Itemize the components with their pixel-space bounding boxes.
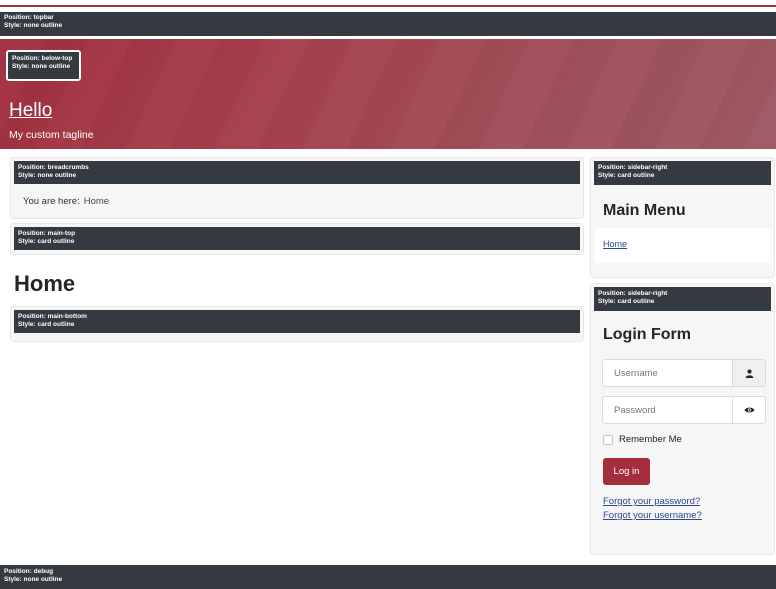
remember-me-checkbox[interactable] (603, 434, 613, 445)
debug-position-label: Position: debug (4, 568, 54, 575)
top-accent-strip (0, 0, 776, 9)
main-top-card: Position: main-top Style: card outline (10, 223, 584, 255)
topbar-position: Position: topbar Style: none outline (0, 9, 776, 36)
user-icon (732, 360, 765, 386)
below-top-position: Position: below-top Style: none outline (6, 50, 81, 81)
breadcrumbs-position: Position: breadcrumbs Style: none outlin… (14, 161, 580, 184)
password-input[interactable] (603, 397, 733, 423)
sidebar-menu-position-label: Position: sidebar-right (598, 164, 668, 171)
main-menu-title: Main Menu (603, 202, 686, 219)
menu-item-home[interactable]: Home (603, 239, 627, 249)
sidebar-login-position: Position: sidebar-right Style: card outl… (594, 287, 771, 311)
debug-position: Position: debug Style: none outline (0, 562, 776, 589)
sidebar-login-position-label: Position: sidebar-right (598, 290, 668, 297)
breadcrumb: You are here: Home (23, 196, 109, 207)
main-top-position: Position: main-top Style: card outline (14, 227, 580, 250)
site-header: Position: below-top Style: none outline … (0, 39, 776, 149)
login-form-title: Login Form (603, 326, 691, 343)
main-bottom-position: Position: main-bottom Style: card outlin… (14, 310, 580, 333)
site-title-link[interactable]: Hello (9, 100, 52, 122)
remember-me-label: Remember Me (619, 434, 682, 445)
topbar-style-label: Style: none outline (4, 22, 63, 29)
sidebar-login-style-label: Style: card outline (598, 298, 655, 305)
below-top-position-label: Position: below-top (12, 55, 73, 62)
eye-icon[interactable] (732, 397, 765, 423)
login-button[interactable]: Log in (603, 458, 650, 485)
remember-me-row[interactable]: Remember Me (603, 434, 682, 445)
forgot-password-link[interactable]: Forgot your password? (603, 496, 700, 507)
site-tagline: My custom tagline (9, 129, 94, 141)
breadcrumbs-style-label: Style: none outline (18, 172, 77, 179)
breadcrumb-home: Home (83, 196, 110, 207)
topbar-position-label: Position: topbar (4, 14, 54, 21)
forgot-username-link[interactable]: Forgot your username? (603, 510, 702, 521)
main-menu-list: Home (595, 228, 771, 263)
below-top-style-label: Style: none outline (12, 63, 71, 70)
main-bottom-card: Position: main-bottom Style: card outlin… (10, 306, 584, 342)
sidebar-menu-position: Position: sidebar-right Style: card outl… (594, 161, 771, 185)
username-input[interactable] (603, 360, 733, 386)
main-menu-card: Position: sidebar-right Style: card outl… (590, 157, 775, 278)
breadcrumb-prefix: You are here: (23, 196, 80, 207)
username-field (602, 359, 766, 387)
main-top-position-label: Position: main-top (18, 230, 76, 237)
page-title: Home (14, 271, 76, 296)
main-bottom-position-label: Position: main-bottom (18, 313, 87, 320)
breadcrumbs-position-label: Position: breadcrumbs (18, 164, 89, 171)
debug-style-label: Style: none outline (4, 576, 63, 583)
main-bottom-style-label: Style: card outline (18, 321, 75, 328)
password-field (602, 396, 766, 424)
login-form-card: Position: sidebar-right Style: card outl… (590, 283, 775, 555)
sidebar-menu-style-label: Style: card outline (598, 172, 655, 179)
main-top-style-label: Style: card outline (18, 238, 75, 245)
breadcrumbs-card: Position: breadcrumbs Style: none outlin… (10, 157, 584, 219)
